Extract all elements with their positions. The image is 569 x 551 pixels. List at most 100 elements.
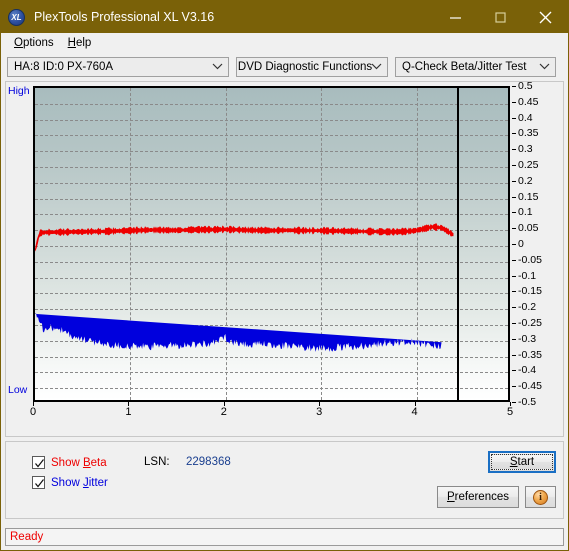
y-tick-mark	[512, 386, 516, 388]
axis-label-low: Low	[8, 384, 28, 396]
y-tick-mark	[512, 291, 516, 293]
y-tick-label: -0.35	[518, 348, 542, 361]
x-tick-mark	[414, 402, 416, 406]
y-tick-mark	[512, 228, 516, 230]
y-tick-label: 0.45	[518, 95, 539, 108]
drive-select-value: HA:8 ID:0 PX-760A	[14, 61, 114, 73]
y-tick-label: 0.2	[518, 174, 533, 187]
y-tick-label: 0.35	[518, 127, 539, 140]
menu-bar: Options Help	[1, 33, 568, 53]
y-tick-label: -0.1	[518, 269, 537, 282]
y-tick-mark	[512, 244, 516, 245]
title-bar: XL PlexTools Professional XL V3.16	[1, 1, 568, 33]
y-tick-mark	[512, 370, 516, 372]
drive-select[interactable]: HA:8 ID:0 PX-760A	[7, 57, 229, 77]
chevron-down-icon	[539, 61, 550, 73]
maximize-icon[interactable]	[478, 1, 523, 33]
x-tick-label: 0	[29, 406, 37, 418]
lsn-label: LSN:	[144, 456, 170, 468]
y-tick-label: -0.4	[518, 364, 537, 377]
y-tick-mark	[512, 323, 516, 324]
y-tick-mark	[512, 180, 516, 182]
menu-item-options[interactable]: Options	[7, 33, 61, 53]
status-text: Ready	[10, 531, 44, 543]
y-tick-label: -0.45	[518, 380, 542, 393]
x-tick-mark	[319, 402, 321, 406]
start-button[interactable]: Start	[488, 451, 556, 473]
x-tick-label: 5	[506, 406, 514, 418]
axis-label-high: High	[8, 85, 30, 97]
y-tick-mark	[512, 149, 516, 151]
chart-panel: High Low 0.5 0.45 0.4 0.35 0.3 0.25 0.2 0.15 0.1…	[5, 81, 564, 437]
y-tick-label: -0.5	[518, 396, 537, 408]
y-tick-mark	[512, 212, 516, 214]
show-beta-checkbox[interactable]	[32, 456, 45, 469]
y-tick-label: 0.05	[518, 222, 539, 235]
y-tick-label: -0.2	[518, 301, 537, 314]
y-tick-mark	[512, 196, 516, 198]
y-tick-mark	[512, 354, 516, 356]
y-tick-label: 0.1	[518, 206, 533, 219]
x-tick-label: 1	[125, 406, 132, 418]
menu-item-help[interactable]: Help	[61, 33, 99, 53]
show-jitter-checkbox-row[interactable]: Show Jitter	[32, 476, 108, 489]
info-button[interactable]: i	[525, 486, 556, 508]
function-select-value: DVD Diagnostic Functions	[237, 61, 373, 73]
minimize-icon[interactable]	[433, 1, 478, 33]
series-jitter-trace	[35, 313, 442, 352]
y-tick-label: -0.25	[518, 317, 542, 329]
y-tick-mark	[512, 117, 516, 119]
toolbar: HA:8 ID:0 PX-760A DVD Diagnostic Functio…	[1, 53, 568, 81]
y-tick-mark	[512, 101, 516, 103]
function-select[interactable]: DVD Diagnostic Functions	[236, 57, 388, 77]
y-tick-label: 0.15	[518, 190, 539, 203]
x-tick-mark	[510, 402, 511, 406]
start-button-inner: Start	[491, 454, 553, 470]
window-controls	[433, 1, 568, 33]
y-tick-label: 0.3	[518, 143, 533, 156]
y-tick-label: 0.25	[518, 159, 539, 171]
plot-area[interactable]	[33, 86, 510, 402]
status-bar: Ready	[5, 528, 564, 546]
window-title: PlexTools Professional XL V3.16	[34, 10, 215, 24]
preferences-button-label: Preferences	[446, 491, 509, 503]
x-tick-mark	[33, 402, 34, 406]
controls-panel: Show Beta Show Jitter LSN: 2298368 Start…	[5, 441, 564, 519]
close-icon[interactable]	[523, 1, 568, 33]
y-tick-mark	[512, 275, 516, 277]
preferences-button[interactable]: Preferences	[437, 486, 519, 508]
y-tick-label: -0.05	[518, 253, 542, 266]
chevron-down-icon	[371, 61, 382, 73]
lsn-value: 2298368	[186, 456, 231, 468]
y-tick-mark	[512, 338, 516, 340]
test-select-value: Q-Check Beta/Jitter Test	[402, 61, 527, 73]
show-beta-checkbox-row[interactable]: Show Beta	[32, 456, 107, 469]
show-jitter-checkbox[interactable]	[32, 476, 45, 489]
info-icon: i	[533, 489, 548, 505]
menu-item-options-label: ptions	[22, 37, 54, 49]
y-tick-label: 0	[518, 238, 524, 250]
y-tick-mark	[512, 259, 516, 261]
application-window: XL PlexTools Professional XL V3.16 Optio…	[0, 0, 569, 551]
y-tick-mark	[512, 402, 516, 403]
y-tick-label: -0.15	[518, 285, 542, 298]
show-beta-label: Show Beta	[51, 456, 107, 469]
x-tick-mark	[223, 402, 225, 406]
y-tick-label: 0.5	[518, 81, 533, 92]
x-tick-label: 2	[220, 406, 227, 418]
y-tick-mark	[512, 307, 516, 309]
position-marker-line	[456, 88, 459, 400]
show-jitter-label: Show Jitter	[51, 476, 108, 489]
test-select[interactable]: Q-Check Beta/Jitter Test	[395, 57, 556, 77]
x-tick-mark	[128, 402, 130, 406]
trace-layer	[35, 223, 454, 352]
x-tick-label: 4	[411, 406, 418, 418]
y-tick-mark	[512, 133, 516, 135]
start-button-label: Start	[509, 456, 535, 468]
y-tick-mark	[512, 165, 516, 166]
chevron-down-icon	[212, 61, 223, 73]
menu-item-help-label: elp	[75, 37, 92, 49]
app-logo-icon: XL	[8, 8, 25, 26]
series-beta-trace	[35, 223, 454, 252]
show-beta-accel: B	[82, 456, 91, 469]
